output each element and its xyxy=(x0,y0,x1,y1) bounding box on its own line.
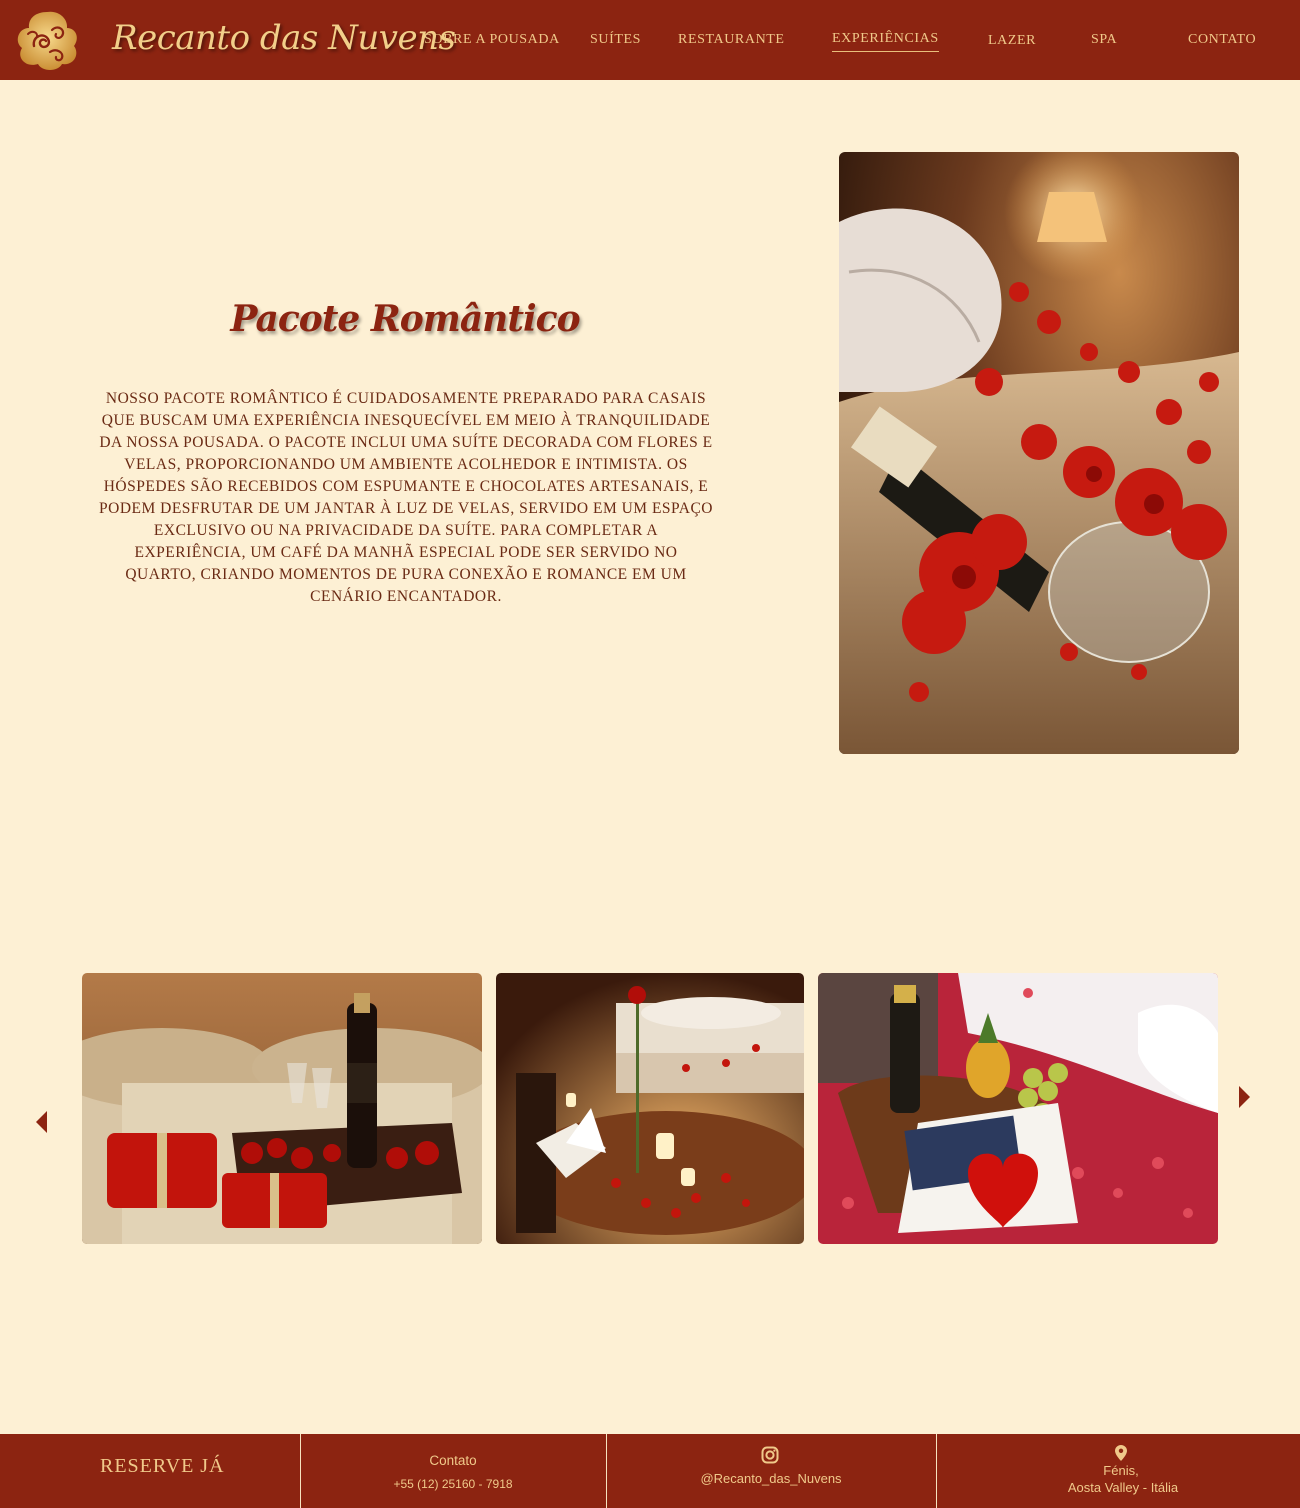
nav-contato[interactable]: Contato xyxy=(1188,32,1256,48)
location-city: Fénis, xyxy=(1103,1463,1139,1478)
instagram-icon[interactable] xyxy=(761,1446,779,1464)
nav-experiencias[interactable]: Experiências xyxy=(832,31,939,52)
package-description: Nosso pacote romântico é cuidadosamente … xyxy=(99,390,713,605)
location-region: Aosta Valley - Itália xyxy=(1067,1480,1179,1495)
carousel-photo-champagne-gifts[interactable] xyxy=(82,973,482,1244)
location-pin-icon xyxy=(1115,1445,1127,1461)
phone-number[interactable]: +55 (12) 25160 - 7918 xyxy=(300,1477,606,1491)
reserve-button[interactable]: RESERVE JÁ xyxy=(100,1455,225,1478)
nav-spa[interactable]: SPA xyxy=(1091,32,1117,48)
page-title: Pacote Romântico xyxy=(230,298,580,340)
footer-divider xyxy=(936,1434,937,1508)
site-header: Recanto das Nuvens Sobre a Pousada Suíte… xyxy=(0,0,1300,80)
contact-title: Contato xyxy=(429,1453,477,1468)
carousel-prev-arrow-icon[interactable] xyxy=(36,1111,47,1133)
nav-lazer[interactable]: Lazer xyxy=(988,33,1036,49)
nav-suites[interactable]: Suítes xyxy=(590,32,641,48)
nav-sobre-a-pousada[interactable]: Sobre a Pousada xyxy=(424,32,560,48)
nav-restaurante[interactable]: Restaurante xyxy=(678,32,785,48)
hero-photo-romantic-bed xyxy=(839,152,1239,754)
carousel-next-arrow-icon[interactable] xyxy=(1239,1086,1250,1108)
footer-divider xyxy=(300,1434,301,1508)
carousel-photo-candlelight-dinner[interactable] xyxy=(496,973,804,1244)
site-footer: RESERVE JÁ Contato +55 (12) 25160 - 7918… xyxy=(0,1434,1300,1508)
brand-name[interactable]: Recanto das Nuvens xyxy=(112,18,456,58)
cloud-logo-icon[interactable] xyxy=(12,6,82,74)
carousel-photo-fruit-basket[interactable] xyxy=(818,973,1218,1244)
instagram-handle[interactable]: @Recanto_das_Nuvens xyxy=(606,1471,936,1486)
